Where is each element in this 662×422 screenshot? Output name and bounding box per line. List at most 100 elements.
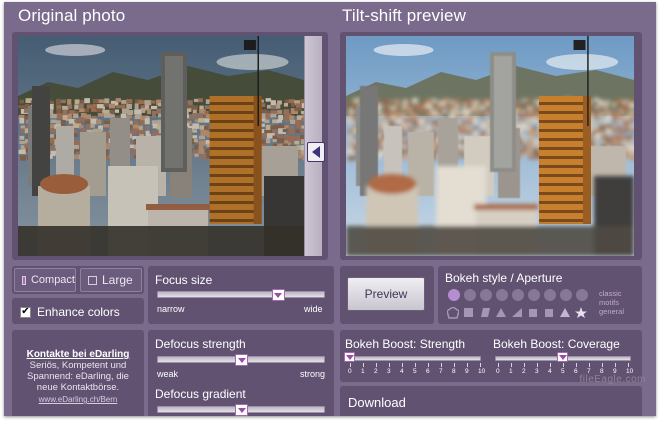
bokeh-boost-strength-tick — [415, 363, 416, 367]
bokeh-boost-coverage-tick-label: 4 — [548, 368, 552, 375]
bokeh-boost-strength-tick — [454, 363, 455, 367]
bokeh-option-motifs[interactable]: motifs — [599, 298, 619, 307]
app-window: Original photo Tilt-shift preview Compac… — [4, 2, 656, 416]
bokeh-boost-strength-tick-label: 6 — [426, 368, 430, 375]
bokeh-boost-strength-tick-label: 9 — [465, 368, 469, 375]
bokeh-boost-coverage-tick — [576, 363, 577, 367]
compact-label: Compact — [30, 274, 75, 286]
bokeh-boost-strength-tick-label: 3 — [387, 368, 391, 375]
square-icon[interactable] — [543, 306, 555, 324]
parallelogram-icon[interactable] — [479, 306, 491, 324]
bokeh-boost-strength-slider[interactable] — [347, 356, 481, 361]
aperture-circle-5[interactable] — [512, 289, 524, 301]
bokeh-boost-coverage-tick — [615, 363, 616, 367]
bokeh-boost-strength-tick — [428, 363, 429, 367]
bokeh-boost-coverage-tick — [511, 363, 512, 367]
bokeh-style-label: Bokeh style / Aperture — [445, 271, 563, 285]
bokeh-boost-coverage-handle[interactable] — [557, 352, 568, 362]
arrow-left-button[interactable] — [307, 142, 325, 162]
aperture-circle-6[interactable] — [528, 289, 540, 301]
bokeh-boost-strength-tick — [389, 363, 390, 367]
aperture-circle-9[interactable] — [576, 289, 588, 301]
defocus-gradient-handle[interactable] — [235, 404, 248, 416]
compact-toggle[interactable]: Compact — [14, 268, 76, 292]
bokeh-boost-coverage-tick — [563, 363, 564, 367]
pentagon-icon[interactable] — [446, 306, 460, 324]
ad-text: Seriös, Kompetent und Spannend: eDarling… — [27, 360, 129, 393]
large-indicator — [88, 275, 97, 285]
aperture-circle-1[interactable] — [448, 289, 460, 301]
defocus-strength-label: Defocus strength — [155, 337, 246, 351]
defocus-strength-handle[interactable] — [235, 354, 248, 366]
bokeh-boost-coverage-tick — [589, 363, 590, 367]
bokeh-boost-coverage-tick-label: 0 — [496, 368, 500, 375]
enhance-colors-row[interactable]: ✔ Enhance colors — [20, 305, 120, 319]
bokeh-boost-coverage-tick — [628, 363, 629, 367]
bokeh-boost-coverage-tick-label: 7 — [587, 368, 591, 375]
bokeh-boost-coverage-tick-label: 2 — [522, 368, 526, 375]
download-label[interactable]: Download — [348, 395, 406, 410]
wedge-icon[interactable] — [511, 306, 523, 324]
triangle-icon[interactable] — [495, 306, 507, 324]
aperture-circle-4[interactable] — [496, 289, 508, 301]
defocus-strength-min-label: weak — [157, 369, 179, 379]
bokeh-boost-strength-tick — [402, 363, 403, 367]
bokeh-boost-coverage-label: Bokeh Boost: Coverage — [493, 337, 620, 351]
bokeh-boost-strength-tick-label: 10 — [478, 368, 486, 375]
handle-triangle-icon — [345, 354, 354, 360]
focus-size-label: Focus size — [155, 273, 213, 287]
original-photo-image — [18, 36, 304, 256]
bokeh-boost-coverage-tick — [498, 363, 499, 367]
triangle-icon[interactable] — [559, 306, 571, 324]
focus-size-slider[interactable] — [157, 291, 325, 298]
preview-photo-image — [346, 36, 634, 256]
bokeh-boost-strength-handle[interactable] — [344, 352, 355, 362]
aperture-circle-3[interactable] — [480, 289, 492, 301]
bokeh-boost-coverage-tick-label: 6 — [574, 368, 578, 375]
bokeh-boost-coverage-tick-label: 10 — [626, 368, 634, 375]
defocus-gradient-label: Defocus gradient — [155, 387, 246, 401]
bokeh-boost-coverage-tick — [524, 363, 525, 367]
bokeh-boost-coverage-tick-label: 9 — [613, 368, 617, 375]
enhance-colors-checkbox[interactable]: ✔ — [20, 306, 31, 318]
checkmark-icon: ✔ — [21, 306, 30, 317]
bokeh-boost-strength-tick — [480, 363, 481, 367]
bokeh-boost-coverage-tick-label: 3 — [535, 368, 539, 375]
handle-triangle-icon — [237, 357, 246, 363]
bokeh-boost-coverage-tick — [550, 363, 551, 367]
focus-size-handle[interactable] — [271, 289, 285, 301]
bokeh-boost-coverage-tick-label: 8 — [600, 368, 604, 375]
preview-button[interactable]: Preview — [347, 277, 425, 311]
bokeh-boost-strength-tick — [441, 363, 442, 367]
square-icon[interactable] — [463, 306, 475, 324]
arrow-left-icon — [312, 146, 320, 158]
bokeh-boost-strength-label: Bokeh Boost: Strength — [345, 337, 466, 351]
square-icon[interactable] — [527, 306, 539, 324]
bokeh-boost-strength-tick — [363, 363, 364, 367]
bokeh-boost-strength-tick-label: 2 — [374, 368, 378, 375]
bokeh-boost-strength-tick — [376, 363, 377, 367]
bokeh-boost-strength-tick-label: 4 — [400, 368, 404, 375]
original-photo — [18, 36, 304, 256]
aperture-circle-8[interactable] — [560, 289, 572, 301]
bokeh-boost-strength-tick-label: 7 — [439, 368, 443, 375]
large-toggle[interactable]: Large — [80, 268, 142, 292]
star-icon[interactable] — [575, 306, 587, 324]
ad-url-link[interactable]: www.eDarling.ch/Bern — [14, 395, 142, 404]
tilt-shift-preview-title: Tilt-shift preview — [342, 6, 466, 25]
focus-size-min-label: narrow — [157, 304, 185, 314]
bokeh-option-classic[interactable]: classic — [599, 289, 622, 298]
bokeh-boost-strength-tick — [350, 363, 351, 367]
enhance-colors-label: Enhance colors — [37, 305, 120, 319]
focus-size-max-label: wide — [304, 304, 323, 314]
aperture-circle-7[interactable] — [544, 289, 556, 301]
bokeh-boost-strength-tick — [467, 363, 468, 367]
handle-triangle-icon — [237, 407, 246, 413]
ad-title-link[interactable]: Kontakte bei eDarling — [14, 349, 142, 360]
bokeh-boost-coverage-tick — [602, 363, 603, 367]
handle-triangle-icon — [274, 292, 283, 298]
bokeh-option-general[interactable]: general — [599, 307, 624, 316]
aperture-circle-2[interactable] — [464, 289, 476, 301]
watermark: fileEagle.com — [579, 374, 646, 385]
bokeh-boost-coverage-tick-label: 1 — [509, 368, 513, 375]
